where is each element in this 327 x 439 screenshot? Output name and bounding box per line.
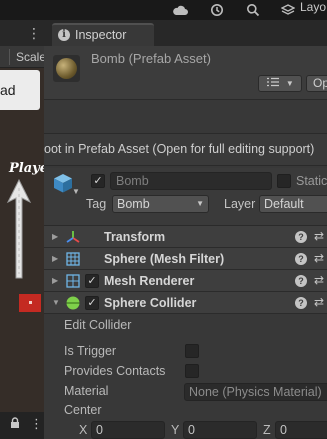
layer-label: Layer <box>224 197 256 211</box>
center-label: Center <box>64 403 102 417</box>
gameobject-cube-icon[interactable] <box>52 172 74 194</box>
prefab-notice-text: Root in Prefab Asset (Open for full edit… <box>44 142 315 156</box>
bottom-menu-kebab-icon[interactable]: ⋮ <box>30 416 43 432</box>
component-transform[interactable]: ▶ Transform ? ⇄ <box>44 226 327 248</box>
component-title: Mesh Renderer <box>104 274 195 288</box>
material-label: Material <box>64 384 109 398</box>
editor-toolbar: Layo <box>0 0 327 20</box>
presets-icon[interactable]: ⇄ <box>314 295 324 309</box>
help-icon[interactable]: ? <box>295 231 307 243</box>
mesh-grid-icon <box>66 252 80 266</box>
open-prefab-button[interactable]: Op <box>306 75 327 92</box>
prefab-notice: Root in Prefab Asset (Open for full edit… <box>44 134 327 166</box>
asset-header: Bomb (Prefab Asset) ▼ Op <box>44 46 327 100</box>
help-icon[interactable]: ? <box>295 253 307 265</box>
component-title: Transform <box>104 230 166 244</box>
gameobject-name-field[interactable]: Bomb <box>110 172 272 190</box>
presets-icon[interactable]: ⇄ <box>314 229 324 243</box>
info-icon: i <box>58 29 70 41</box>
header-empty-strip <box>44 100 327 134</box>
lock-icon[interactable] <box>10 417 20 432</box>
layer-dropdown-value: Default <box>264 197 304 211</box>
center-z-field[interactable]: 0 <box>275 421 327 439</box>
component-enabled-checkbox[interactable]: ✓ <box>85 296 99 310</box>
layer-dropdown[interactable]: Default <box>259 195 327 213</box>
layers-dropdown-icon[interactable] <box>280 2 296 18</box>
scene-bottom-bar: ⋮ <box>0 412 44 439</box>
center-x-field[interactable]: 0 <box>91 421 165 439</box>
scene-toolbar-dropdown[interactable] <box>0 49 10 65</box>
is-trigger-checkbox[interactable] <box>185 344 199 358</box>
asset-title: Bomb (Prefab Asset) <box>91 51 211 66</box>
foldout-expanded-icon[interactable]: ▼ <box>52 297 60 308</box>
tag-dropdown[interactable]: Bomb ▼ <box>112 195 209 213</box>
scene-viewport[interactable]: ad Player <box>0 68 44 418</box>
component-title: Sphere Collider <box>104 296 197 310</box>
inspector-tab-bar: i Inspector <box>44 20 327 46</box>
player-arrow-sprite[interactable] <box>5 178 33 282</box>
scale-slider-label[interactable]: Scale <box>16 49 44 65</box>
transform-axes-icon <box>66 231 80 243</box>
provides-contacts-checkbox[interactable] <box>185 364 199 378</box>
scene-toolbar: Scale <box>0 46 44 68</box>
center-y-field[interactable]: 0 <box>183 421 257 439</box>
component-enabled-checkbox[interactable]: ✓ <box>85 274 99 288</box>
tag-label: Tag <box>86 197 107 211</box>
gameobject-active-checkbox[interactable]: ✓ <box>91 174 105 188</box>
component-mesh-filter[interactable]: ▶ Sphere (Mesh Filter) ? ⇄ <box>44 248 327 270</box>
red-gizmo[interactable] <box>19 294 41 312</box>
mesh-renderer-icon <box>66 274 80 288</box>
prefab-sphere-icon <box>53 55 80 82</box>
scene-menu-kebab-icon[interactable]: ⋮ <box>27 25 41 41</box>
foldout-collapsed-icon[interactable]: ▶ <box>52 275 58 286</box>
inspector-panel: i Inspector Bomb (Prefab Asset) ▼ Op Roo… <box>44 20 327 439</box>
static-label: Static <box>296 174 327 188</box>
tab-inspector[interactable]: i Inspector <box>52 23 154 46</box>
layers-dropdown-label[interactable]: Layo <box>300 0 326 20</box>
foldout-collapsed-icon[interactable]: ▶ <box>52 253 58 264</box>
list-icon <box>267 77 280 87</box>
tag-dropdown-value: Bomb <box>117 197 150 211</box>
component-mesh-renderer[interactable]: ▶ ✓ Mesh Renderer ? ⇄ <box>44 270 327 292</box>
help-icon[interactable]: ? <box>295 297 307 309</box>
chevron-down-icon: ▼ <box>285 79 294 88</box>
player-label: Player <box>9 161 44 176</box>
center-y-label[interactable]: Y <box>171 422 179 438</box>
icon-picker-caret-icon[interactable]: ▼ <box>72 187 80 196</box>
center-x-label[interactable]: X <box>79 422 87 438</box>
foldout-collapsed-icon[interactable]: ▶ <box>52 231 58 242</box>
search-icon[interactable] <box>245 2 261 18</box>
gameobject-header: ▼ ✓ Bomb Static Tag Bomb ▼ Layer Default <box>44 168 327 226</box>
scene-panel: ⋮ Scale ad Player ⋮ <box>0 20 44 439</box>
component-title: Sphere (Mesh Filter) <box>104 252 225 266</box>
presets-icon[interactable]: ⇄ <box>314 251 324 265</box>
provides-contacts-label: Provides Contacts <box>64 364 166 378</box>
static-checkbox[interactable] <box>277 174 291 188</box>
edit-collider-button[interactable]: Edit Collider <box>64 317 131 333</box>
tab-inspector-label: Inspector <box>75 28 127 42</box>
history-icon[interactable] <box>209 2 225 18</box>
center-z-label[interactable]: Z <box>263 422 271 438</box>
cloud-icon[interactable] <box>172 2 188 18</box>
help-icon[interactable]: ? <box>295 275 307 287</box>
sphere-collider-icon <box>66 296 80 310</box>
chevron-down-icon: ▼ <box>196 199 204 208</box>
component-sphere-collider[interactable]: ▼ ✓ Sphere Collider ? ⇄ <box>44 292 327 314</box>
scene-popup[interactable]: ad <box>0 70 40 110</box>
layer-menu-button[interactable]: ▼ <box>258 75 302 92</box>
presets-icon[interactable]: ⇄ <box>314 273 324 287</box>
is-trigger-label: Is Trigger <box>64 344 117 358</box>
material-object-field[interactable]: None (Physics Material) <box>184 383 327 401</box>
scene-tab-bar: ⋮ <box>0 20 44 46</box>
